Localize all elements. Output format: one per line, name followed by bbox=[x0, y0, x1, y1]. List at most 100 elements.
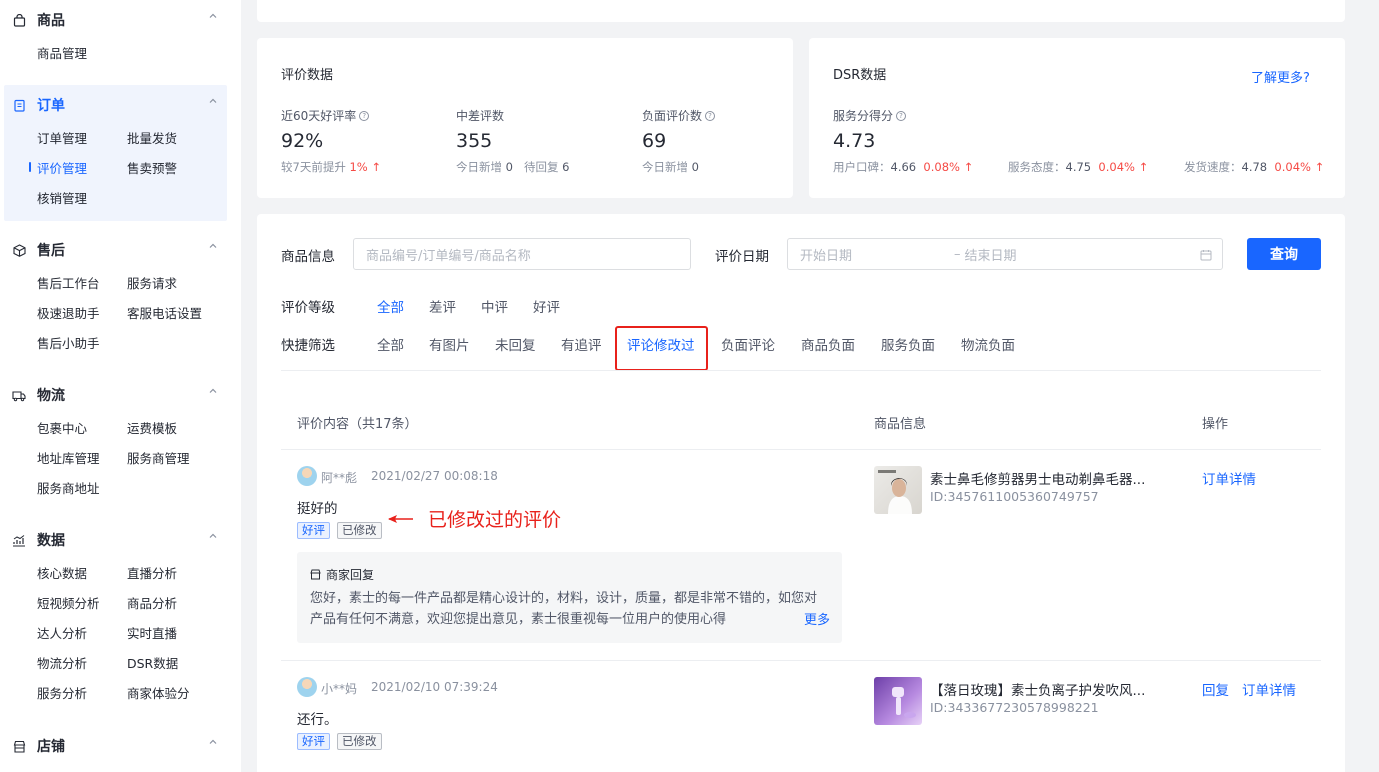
help-icon[interactable]: ? bbox=[359, 110, 370, 121]
sidebar-group-header[interactable]: 店铺 bbox=[12, 736, 65, 756]
sidebar-group-header[interactable]: 商品 bbox=[12, 10, 65, 30]
sidebar-item-realtime-live[interactable]: 实时直播 bbox=[127, 623, 177, 642]
arrow-up-icon: ↑ bbox=[1138, 160, 1149, 174]
mid-bad-value: 355 bbox=[456, 130, 493, 152]
sidebar-item-writeoff[interactable]: 核销管理 bbox=[37, 188, 87, 207]
chevron-up-icon[interactable] bbox=[209, 532, 217, 540]
negative-sub: 今日新增 0 bbox=[642, 159, 699, 175]
quick-filter-product-negative[interactable]: 商品负面 bbox=[801, 334, 855, 354]
sidebar-item-fast-refund[interactable]: 极速退助手 bbox=[37, 303, 100, 322]
sidebar-item-provider-address[interactable]: 服务商地址 bbox=[37, 478, 100, 497]
divider bbox=[281, 370, 1321, 371]
level-option-all[interactable]: 全部 bbox=[377, 296, 404, 316]
learn-more-link[interactable]: 了解更多? bbox=[1251, 67, 1310, 86]
sidebar-item-address-library[interactable]: 地址库管理 bbox=[37, 448, 100, 467]
service-score-label: 服务分得分? bbox=[833, 107, 907, 124]
sidebar-group-header[interactable]: 订单 bbox=[12, 95, 65, 115]
level-option-mid[interactable]: 中评 bbox=[481, 296, 508, 316]
reply-more-link[interactable]: 更多 bbox=[791, 609, 830, 628]
mid-bad-sub: 今日新增 0 待回复 6 bbox=[456, 159, 569, 175]
help-icon[interactable]: ? bbox=[896, 110, 907, 121]
sidebar-group-title: 订单 bbox=[37, 98, 65, 114]
chevron-up-icon[interactable] bbox=[209, 738, 217, 746]
sidebar-item-product-analysis[interactable]: 商品分析 bbox=[127, 593, 177, 612]
sidebar-item-provider-manage[interactable]: 服务商管理 bbox=[127, 448, 190, 467]
sidebar-item-influencer-analysis[interactable]: 达人分析 bbox=[37, 623, 87, 642]
reply-title: 商家回复 bbox=[310, 566, 374, 583]
chevron-up-icon[interactable] bbox=[209, 97, 217, 105]
review-text: 挺好的 bbox=[297, 501, 338, 517]
quick-filter-label: 快捷筛选 bbox=[281, 338, 335, 354]
arrow-up-icon: ↑ bbox=[371, 160, 382, 174]
sidebar-item-service-request[interactable]: 服务请求 bbox=[127, 273, 177, 292]
sidebar-item-package-center[interactable]: 包裹中心 bbox=[37, 418, 87, 437]
end-date-input[interactable]: 结束日期 bbox=[965, 245, 1017, 264]
product-id: ID:3433677230578998221 bbox=[930, 700, 1099, 715]
highlight-box bbox=[615, 326, 708, 371]
product-name[interactable]: 【落日玫瑰】素士负离子护发吹风... bbox=[930, 679, 1145, 699]
merchant-reply: 商家回复 您好，素士的每一件产品都是精心设计的，材料，设计，质量，都是非常不错的… bbox=[297, 552, 842, 643]
today-label: 今日新增 bbox=[456, 160, 502, 174]
sidebar: 商品 商品管理 订单 订单管理 批量发货 评价管理 售卖预警 核销管理 售后 售… bbox=[0, 0, 241, 772]
sidebar-item-batch-ship[interactable]: 批量发货 bbox=[127, 128, 177, 147]
tag-good: 好评 bbox=[297, 733, 330, 750]
review-date-label: 评价日期 bbox=[715, 249, 769, 265]
sidebar-group-header[interactable]: 数据 bbox=[12, 530, 65, 550]
shop-icon bbox=[12, 739, 26, 753]
sidebar-group-shop: 店铺 bbox=[0, 736, 241, 772]
date-range-picker[interactable]: 开始日期 – 结束日期 bbox=[787, 238, 1223, 270]
sidebar-item-logistics-analysis[interactable]: 物流分析 bbox=[37, 653, 87, 672]
quick-filter-service-negative[interactable]: 服务负面 bbox=[881, 334, 935, 354]
start-date-input[interactable]: 开始日期 bbox=[800, 245, 950, 264]
level-option-bad[interactable]: 差评 bbox=[429, 296, 456, 316]
sidebar-item-live-analysis[interactable]: 直播分析 bbox=[127, 563, 177, 582]
reply-link[interactable]: 回复 bbox=[1202, 679, 1229, 699]
sidebar-item-phone-setting[interactable]: 客服电话设置 bbox=[127, 303, 202, 322]
sidebar-item-service-analysis[interactable]: 服务分析 bbox=[37, 683, 87, 702]
sidebar-item-aftersale-desk[interactable]: 售后工作台 bbox=[37, 273, 100, 292]
quick-filter-with-image[interactable]: 有图片 bbox=[429, 334, 470, 354]
sidebar-item-merchant-experience[interactable]: 商家体验分 bbox=[127, 683, 190, 702]
quick-filter-unreplied[interactable]: 未回复 bbox=[495, 334, 536, 354]
product-thumbnail[interactable] bbox=[874, 677, 922, 725]
quick-filter-all[interactable]: 全部 bbox=[377, 334, 404, 354]
chevron-up-icon[interactable] bbox=[209, 242, 217, 250]
order-detail-link[interactable]: 订单详情 bbox=[1202, 468, 1256, 488]
sidebar-item-dsr-data[interactable]: DSR数据 bbox=[127, 653, 178, 672]
dsr-metric: 用户口碑：4.66 0.08% ↑ bbox=[833, 159, 973, 175]
query-button[interactable]: 查询 bbox=[1247, 238, 1321, 270]
metric-value: 4.66 bbox=[890, 160, 917, 174]
sidebar-group-header[interactable]: 售后 bbox=[12, 240, 65, 260]
chevron-up-icon[interactable] bbox=[209, 12, 217, 20]
quick-filter-followup[interactable]: 有追评 bbox=[561, 334, 602, 354]
level-option-good[interactable]: 好评 bbox=[533, 296, 560, 316]
sidebar-item-core-data[interactable]: 核心数据 bbox=[37, 563, 87, 582]
metric-value: 4.75 bbox=[1065, 160, 1092, 174]
chart-icon bbox=[12, 533, 26, 547]
product-thumbnail[interactable] bbox=[874, 466, 922, 514]
sidebar-item-aftersale-helper[interactable]: 售后小助手 bbox=[37, 333, 100, 352]
sidebar-item-product-manage[interactable]: 商品管理 bbox=[37, 43, 87, 62]
review-stats-card: 评价数据 近60天好评率? 92% 较7天前提升 1% ↑ 中差评数 355 今… bbox=[257, 38, 793, 198]
calendar-icon[interactable] bbox=[1200, 249, 1212, 261]
product-name[interactable]: 素士鼻毛修剪器男士电动剃鼻毛器... bbox=[930, 468, 1145, 488]
negative-label: 负面评价数? bbox=[642, 107, 716, 124]
box-icon bbox=[12, 243, 26, 257]
product-search-input[interactable]: 商品编号/订单编号/商品名称 bbox=[353, 238, 691, 270]
quick-filter-negative[interactable]: 负面评论 bbox=[721, 334, 775, 354]
help-icon[interactable]: ? bbox=[705, 110, 716, 121]
sidebar-item-video-analysis[interactable]: 短视频分析 bbox=[37, 593, 100, 612]
sidebar-group-title: 店铺 bbox=[37, 739, 65, 755]
sidebar-group-header[interactable]: 物流 bbox=[12, 385, 65, 405]
reply-title-text: 商家回复 bbox=[326, 568, 375, 582]
sidebar-item-order-manage[interactable]: 订单管理 bbox=[37, 128, 87, 147]
level-label: 评价等级 bbox=[281, 300, 335, 316]
order-detail-link[interactable]: 订单详情 bbox=[1242, 679, 1296, 699]
sidebar-item-sale-warning[interactable]: 售卖预警 bbox=[127, 158, 177, 177]
sidebar-item-review-manage[interactable]: 评价管理 bbox=[37, 158, 87, 177]
negative-value: 69 bbox=[642, 130, 667, 152]
quick-filter-logistics-negative[interactable]: 物流负面 bbox=[961, 334, 1015, 354]
metric-label: 服务态度： bbox=[1008, 160, 1066, 174]
chevron-up-icon[interactable] bbox=[209, 387, 217, 395]
sidebar-item-freight-template[interactable]: 运费模板 bbox=[127, 418, 177, 437]
